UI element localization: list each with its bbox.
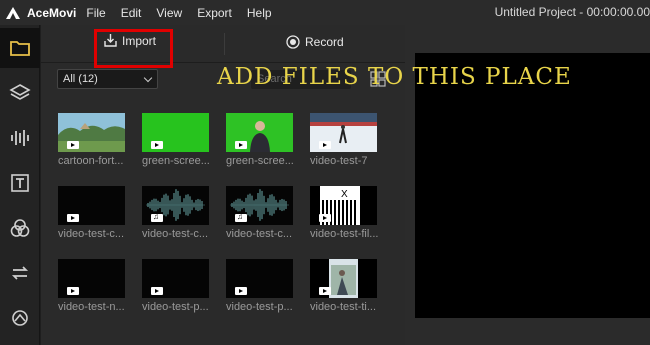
sidebar-item-layers[interactable]: [0, 73, 40, 113]
sidebar-item-effects[interactable]: [0, 298, 40, 338]
sidebar-item-transitions[interactable]: [0, 253, 40, 293]
menu-view[interactable]: View: [156, 6, 182, 20]
preview-screen: [415, 53, 650, 318]
media-item[interactable]: green-scree...: [226, 113, 294, 167]
media-item-label: video-test-c...: [58, 228, 125, 240]
video-badge-icon: [319, 214, 331, 222]
sidebar: [0, 25, 40, 345]
media-item-label: video-test-ti...: [310, 301, 377, 313]
sidebar-item-media[interactable]: [0, 28, 40, 68]
menu-edit[interactable]: Edit: [121, 6, 142, 20]
media-thumbnail: [310, 113, 377, 152]
filter-value: All (12): [63, 73, 98, 85]
record-icon: [286, 35, 300, 49]
media-item[interactable]: video-test-p...: [226, 259, 293, 313]
menu-export[interactable]: Export: [197, 6, 232, 20]
video-badge-icon: [151, 141, 163, 149]
app-name: AceMovi: [27, 5, 77, 20]
media-item-label: video-test-c...: [226, 228, 293, 240]
media-thumbnail: [310, 259, 377, 298]
media-thumbnail: [226, 113, 293, 152]
media-item-label: video-test-7: [310, 155, 368, 167]
record-button[interactable]: Record: [286, 35, 344, 49]
menu-bar: File Edit View Export Help: [86, 6, 286, 20]
svg-text:X: X: [341, 189, 348, 200]
transitions-icon: [11, 266, 29, 280]
media-thumbnail: [142, 186, 209, 225]
layers-icon: [9, 84, 31, 100]
menu-help[interactable]: Help: [247, 6, 272, 20]
folder-icon: [10, 41, 30, 56]
record-label: Record: [305, 35, 344, 49]
media-item-label: video-test-fil...: [310, 228, 379, 240]
media-thumbnail: [226, 186, 293, 225]
app-logo-icon: [5, 6, 21, 20]
video-badge-icon: [235, 141, 247, 149]
media-item[interactable]: video-test-c...: [226, 186, 293, 240]
filters-icon: [10, 219, 30, 237]
media-item-label: green-scree...: [226, 155, 294, 167]
video-badge-icon: [151, 287, 163, 295]
video-badge-icon: [319, 141, 331, 149]
toolbar-divider: [224, 33, 225, 55]
media-item[interactable]: green-scree...: [142, 113, 210, 167]
media-thumbnail: [142, 259, 209, 298]
title-bar: AceMovi File Edit View Export Help Untit…: [0, 0, 650, 25]
media-item-label: cartoon-fort...: [58, 155, 124, 167]
sidebar-item-text[interactable]: [0, 163, 40, 203]
media-item[interactable]: video-test-c...: [142, 186, 209, 240]
media-thumbnail: [58, 113, 125, 152]
video-badge-icon: [235, 287, 247, 295]
video-badge-icon: [67, 141, 79, 149]
media-thumbnail: [142, 113, 209, 152]
media-item[interactable]: video-test-c...: [58, 186, 125, 240]
media-item-label: video-test-c...: [142, 228, 209, 240]
media-item[interactable]: Xvideo-test-fil...: [310, 186, 378, 240]
media-thumbnail: X: [310, 186, 377, 225]
video-badge-icon: [319, 287, 331, 295]
media-item-label: video-test-p...: [226, 301, 293, 313]
sidebar-item-audio[interactable]: [0, 118, 40, 158]
video-badge-icon: [67, 214, 79, 222]
media-item[interactable]: video-test-ti...: [310, 259, 377, 313]
audio-wave-icon: [11, 130, 29, 146]
media-thumbnail: [226, 259, 293, 298]
video-badge-icon: [67, 287, 79, 295]
media-item[interactable]: cartoon-fort...: [58, 113, 125, 167]
sidebar-item-filters[interactable]: [0, 208, 40, 248]
media-item-label: video-test-n...: [58, 301, 125, 313]
effects-icon: [12, 310, 28, 326]
media-item[interactable]: video-test-p...: [142, 259, 209, 313]
chevron-down-icon: [143, 73, 153, 83]
media-toolbar: Import Record: [41, 25, 405, 68]
media-filter-select[interactable]: All (12): [57, 69, 158, 89]
menu-file[interactable]: File: [86, 6, 105, 20]
project-title: Untitled Project - 00:00:00.00: [494, 5, 650, 19]
overlay-instruction: ADD FILES TO THIS PLACE: [217, 64, 572, 90]
media-item-label: video-test-p...: [142, 301, 209, 313]
media-item-label: green-scree...: [142, 155, 210, 167]
media-item[interactable]: video-test-n...: [58, 259, 125, 313]
text-icon: [11, 174, 29, 192]
media-thumbnail: [58, 186, 125, 225]
media-thumbnail: [58, 259, 125, 298]
import-highlight-box: [94, 29, 173, 68]
audio-badge-icon: [235, 212, 247, 222]
audio-badge-icon: [151, 212, 163, 222]
media-item[interactable]: video-test-7: [310, 113, 377, 167]
